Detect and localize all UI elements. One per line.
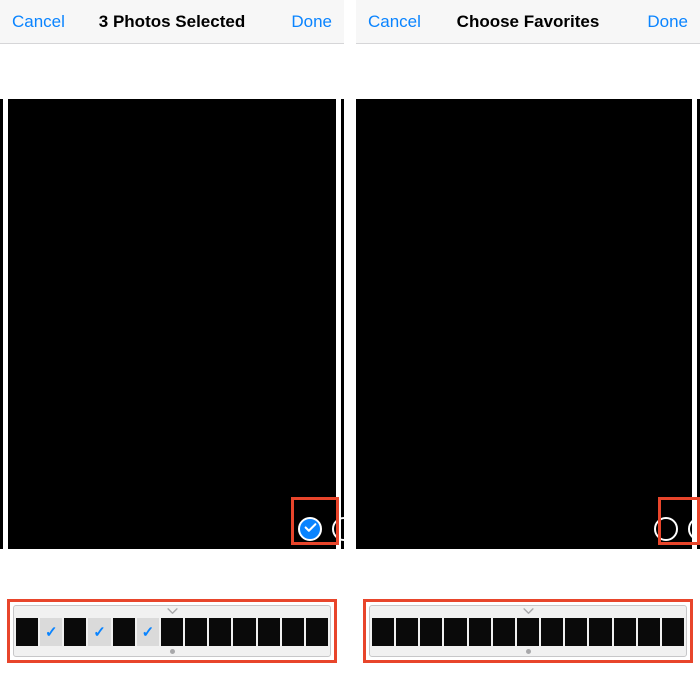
- filmstrip-thumb[interactable]: ✓: [40, 618, 62, 646]
- filmstrip-collapse-handle[interactable]: [370, 606, 686, 617]
- filmstrip-thumb[interactable]: [185, 618, 207, 646]
- filmstrip-thumb[interactable]: [589, 618, 611, 646]
- filmstrip-thumb[interactable]: [113, 618, 135, 646]
- filmstrip-thumb[interactable]: [258, 618, 280, 646]
- current-photo[interactable]: [356, 99, 692, 549]
- filmstrip-inner: [369, 605, 687, 657]
- filmstrip-thumb[interactable]: [420, 618, 442, 646]
- screen-left: Cancel 3 Photos Selected Done: [0, 0, 344, 681]
- filmstrip-thumb[interactable]: [306, 618, 328, 646]
- previous-photo-sliver[interactable]: [0, 99, 3, 549]
- filmstrip: [363, 599, 693, 663]
- filmstrip-thumb[interactable]: [209, 618, 231, 646]
- filmstrip-thumb[interactable]: [638, 618, 660, 646]
- filmstrip-thumb[interactable]: [372, 618, 394, 646]
- filmstrip-thumb[interactable]: [541, 618, 563, 646]
- navbar: Cancel Choose Favorites Done: [356, 0, 700, 44]
- content-area: ✓ ✓ ✓: [0, 44, 344, 681]
- checkmark-icon: ✓: [137, 618, 159, 646]
- filmstrip-thumbs[interactable]: ✓ ✓ ✓: [14, 617, 330, 647]
- chevron-down-icon: [523, 608, 534, 615]
- selection-toggle[interactable]: [298, 517, 322, 541]
- filmstrip-thumbs[interactable]: [370, 617, 686, 647]
- chevron-down-icon: [167, 608, 178, 615]
- filmstrip-thumb[interactable]: [517, 618, 539, 646]
- filmstrip: ✓ ✓ ✓: [7, 599, 337, 663]
- current-photo[interactable]: [8, 99, 336, 549]
- done-button[interactable]: Done: [628, 12, 688, 32]
- filmstrip-collapse-handle[interactable]: [14, 606, 330, 617]
- filmstrip-thumb[interactable]: [444, 618, 466, 646]
- filmstrip-thumb[interactable]: [565, 618, 587, 646]
- checkmark-icon: ✓: [40, 618, 62, 646]
- photo-viewer[interactable]: [356, 99, 700, 549]
- checkmark-icon: ✓: [88, 618, 110, 646]
- filmstrip-inner: ✓ ✓ ✓: [13, 605, 331, 657]
- cancel-button[interactable]: Cancel: [368, 12, 428, 32]
- done-button[interactable]: Done: [272, 12, 332, 32]
- filmstrip-thumb[interactable]: [16, 618, 38, 646]
- filmstrip-thumb[interactable]: [662, 618, 684, 646]
- cancel-button[interactable]: Cancel: [12, 12, 72, 32]
- checkmark-icon: [304, 521, 317, 538]
- filmstrip-thumb[interactable]: [161, 618, 183, 646]
- filmstrip-thumb[interactable]: ✓: [88, 618, 110, 646]
- photo-viewer[interactable]: [0, 99, 344, 549]
- next-photo-sliver[interactable]: [341, 99, 344, 549]
- filmstrip-thumb[interactable]: [396, 618, 418, 646]
- filmstrip-thumb[interactable]: [282, 618, 304, 646]
- navbar: Cancel 3 Photos Selected Done: [0, 0, 344, 44]
- filmstrip-thumb[interactable]: [64, 618, 86, 646]
- screen-right: Cancel Choose Favorites Done: [356, 0, 700, 681]
- filmstrip-thumb[interactable]: [233, 618, 255, 646]
- navbar-title: 3 Photos Selected: [72, 12, 272, 32]
- filmstrip-page-indicator: [370, 647, 686, 656]
- filmstrip-thumb[interactable]: ✓: [137, 618, 159, 646]
- filmstrip-thumb[interactable]: [493, 618, 515, 646]
- filmstrip-thumb[interactable]: [614, 618, 636, 646]
- filmstrip-thumb[interactable]: [469, 618, 491, 646]
- navbar-title: Choose Favorites: [428, 12, 628, 32]
- content-area: [356, 44, 700, 681]
- filmstrip-page-indicator: [14, 647, 330, 656]
- selection-toggle[interactable]: [654, 517, 678, 541]
